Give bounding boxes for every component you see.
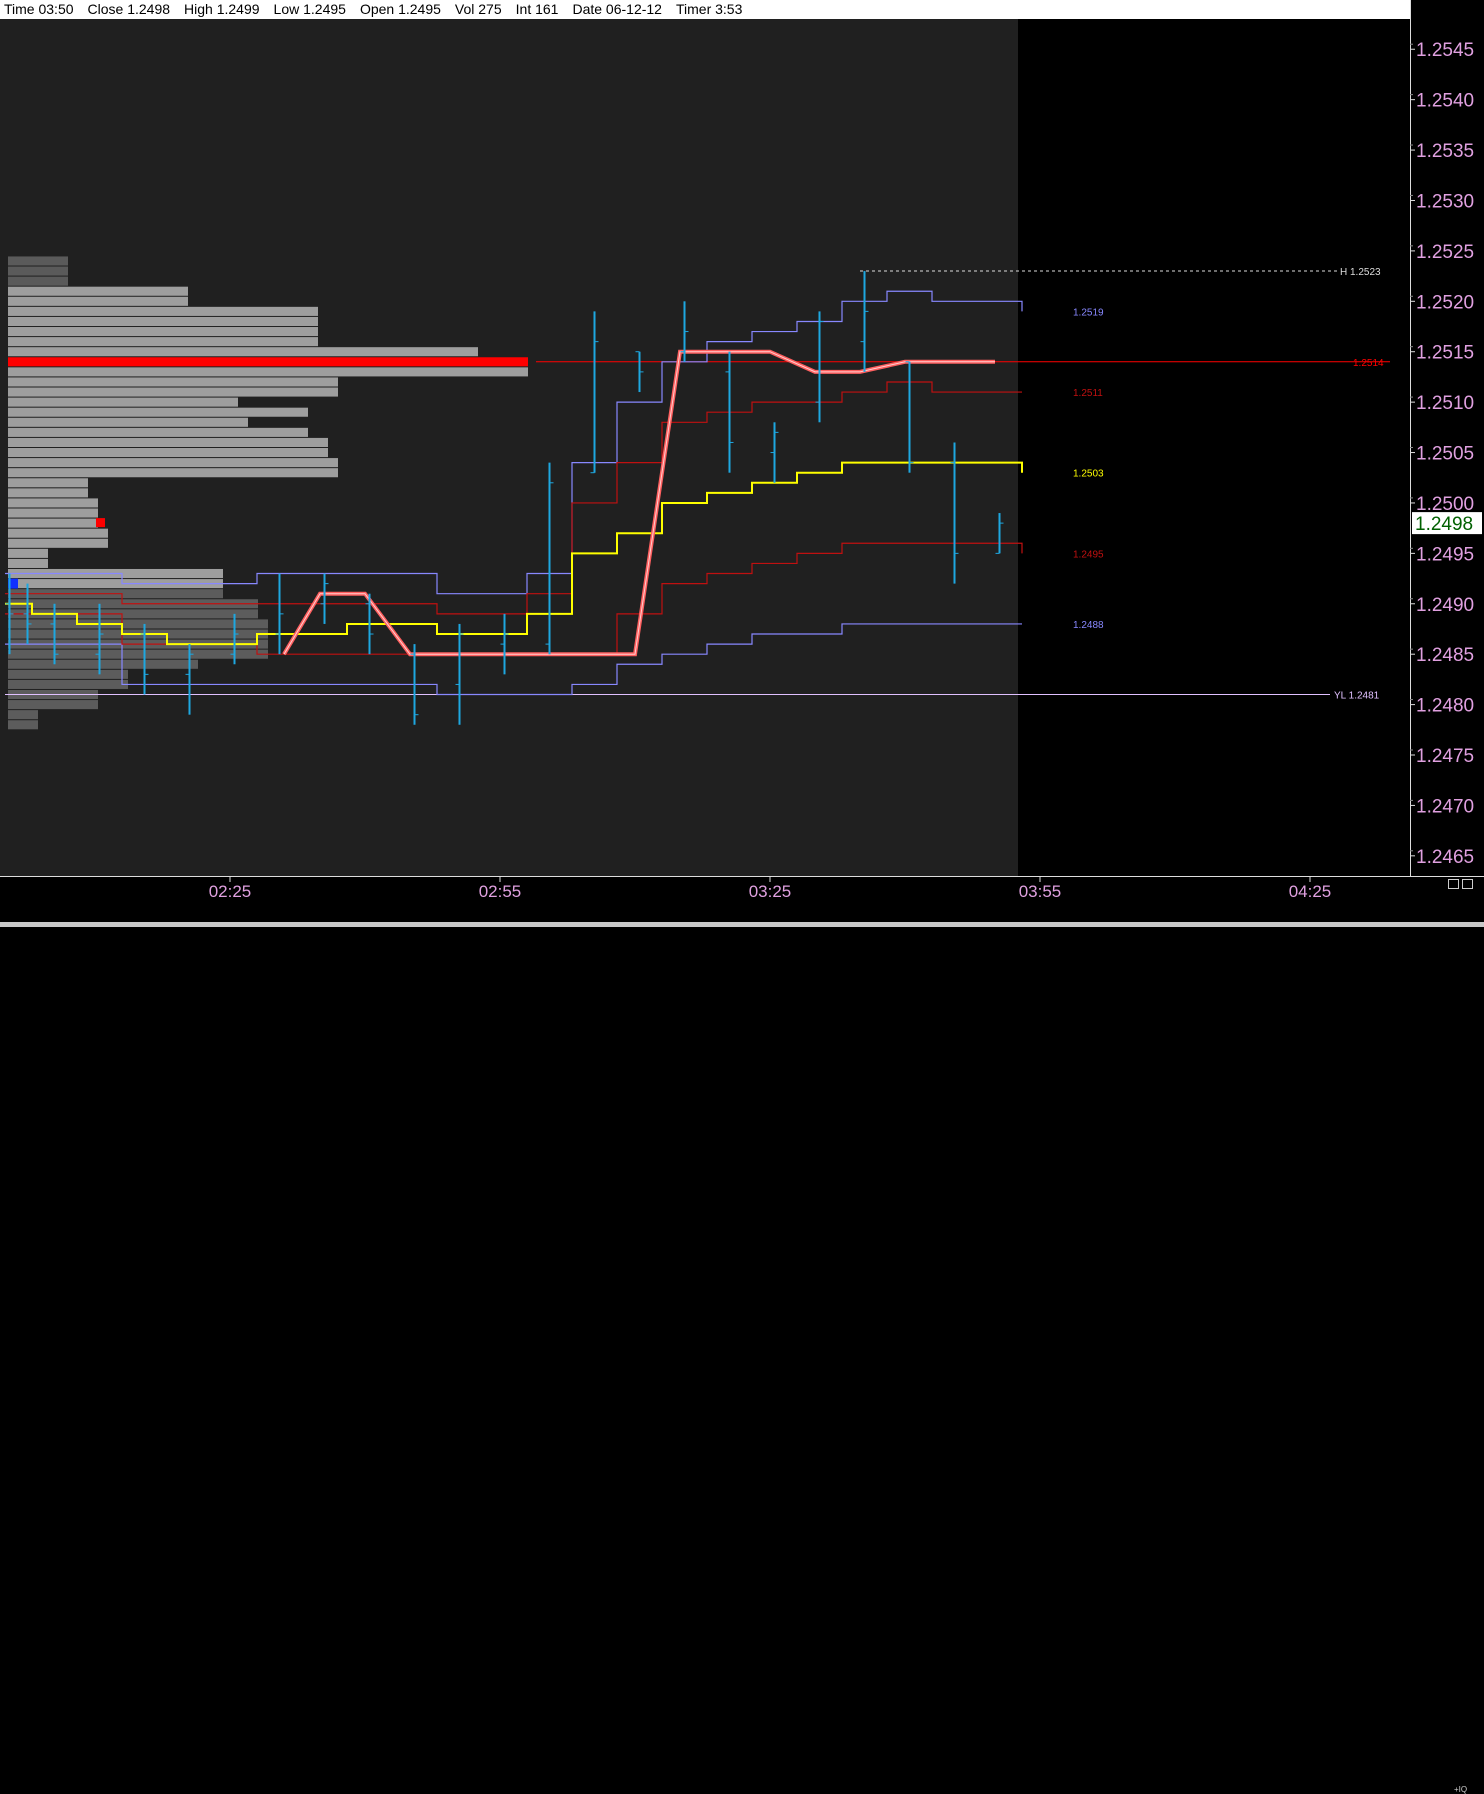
profile-row: [8, 427, 308, 437]
price-tick-label: 1.2465: [1416, 847, 1474, 868]
info-bar: Time 03:50 Close 1.2498 High 1.2499 Low 1.2…: [0, 0, 1410, 19]
zoom-out-button[interactable]: [1448, 879, 1459, 889]
price-tick-label: 1.2510: [1416, 393, 1474, 414]
time-tick-label: 04:25: [1289, 882, 1332, 901]
info-int: Int 161: [515, 1, 559, 17]
profile-row-dark: [8, 669, 128, 679]
info-open: Open 1.2495: [359, 1, 441, 17]
profile-row-dark: [8, 649, 268, 659]
profile-row: [8, 256, 68, 266]
profile-row-dark: [8, 679, 128, 689]
profile-row: [8, 276, 68, 286]
price-tick-label: 1.2545: [1416, 40, 1474, 61]
series-label-band_lower1: 1.2495: [1073, 549, 1104, 560]
profile-row-dark: [8, 619, 268, 629]
profile-row: [8, 437, 328, 447]
series-label-band_upper2: 1.2519: [1073, 307, 1104, 318]
info-timer: Timer 3:53: [675, 1, 743, 17]
profile-row: [8, 528, 108, 538]
time-tick-label: 02:55: [479, 882, 522, 901]
level-label-yesterday-low: YL 1.2481: [1334, 691, 1380, 702]
price-tick-label: 1.2480: [1416, 696, 1474, 717]
profile-row: [8, 558, 48, 568]
profile-row-dark: [8, 710, 38, 720]
profile-row: [8, 316, 318, 327]
profile-row: [8, 327, 318, 337]
series-label-band_upper1: 1.2511: [1073, 388, 1103, 399]
time-axis-svg: 02:25 02:55 03:25 03:55 04:25: [209, 877, 1332, 901]
level-label-poc: 1.2514: [1353, 358, 1384, 369]
price-tick-label: 1.2470: [1416, 796, 1474, 817]
price-tick-label: 1.2535: [1416, 141, 1474, 162]
profile-row: [8, 296, 188, 306]
profile-row: [8, 266, 68, 276]
profile-row: [8, 407, 308, 417]
profile-row: [8, 306, 318, 316]
price-tick-label: 1.2485: [1416, 645, 1474, 666]
profile-row: [8, 387, 338, 397]
profile-row: [8, 518, 98, 528]
time-tick-label: 02:25: [209, 882, 252, 901]
info-date: Date 06-12-12: [572, 1, 662, 17]
profile-row-dark: [8, 700, 98, 710]
last-price-label: 1.2498: [1415, 514, 1473, 535]
profile-marker-red: [96, 518, 105, 528]
profile-row: [8, 468, 338, 478]
profile-row-dark: [8, 659, 198, 669]
profile-row: [8, 417, 248, 427]
pivot-line-inner: [283, 351, 995, 655]
price-tick-label: 1.2490: [1416, 595, 1474, 616]
profile-row: [8, 448, 328, 458]
price-tick-label: 1.2520: [1416, 292, 1474, 313]
price-tick-label: 1.2530: [1416, 191, 1474, 212]
volume-profile: [8, 256, 528, 730]
time-tick-label: 03:25: [749, 882, 792, 901]
profile-row: [8, 548, 48, 558]
price-axis[interactable]: 1.2465 1.2470 1.2475 1.2480 1.2485 1.2490 1.24…: [1410, 0, 1484, 876]
price-tick-label: 1.2495: [1416, 544, 1474, 565]
profile-row: [8, 538, 108, 548]
info-vol: Vol 275: [454, 1, 502, 17]
profile-row: [8, 478, 88, 488]
info-high: High 1.2499: [184, 1, 260, 17]
poc-row: [8, 357, 528, 367]
profile-row: [8, 498, 98, 508]
price-tick-label: 1.2475: [1416, 746, 1474, 767]
chart-plot-area[interactable]: H 1.2523 1.2514 YL 1.2481 1.2519 1.2488 1.251…: [0, 19, 1410, 876]
price-axis-svg: 1.2465 1.2470 1.2475 1.2480 1.2485 1.2490 1.24…: [1410, 40, 1482, 868]
level-labels: H 1.2523 1.2514 YL 1.2481 1.2519 1.2488 1.251…: [1073, 267, 1384, 701]
corner-label: +IQ: [1454, 1785, 1468, 1794]
profile-row: [8, 488, 88, 498]
profile-row: [8, 397, 238, 407]
profile-row: [8, 508, 98, 518]
info-close: Close 1.2498: [87, 1, 171, 17]
price-tick-label: 1.2505: [1416, 444, 1474, 465]
profile-row: [8, 367, 528, 377]
info-time: Time 03:50: [4, 1, 74, 17]
zoom-in-button[interactable]: [1462, 879, 1473, 889]
price-tick-label: 1.2525: [1416, 242, 1474, 263]
profile-row: [8, 347, 478, 357]
pivot-line-outer: [282, 349, 995, 657]
profile-row: [8, 458, 338, 468]
time-tick-label: 03:55: [1019, 882, 1062, 901]
pivot-line: [282, 349, 995, 657]
profile-row: [8, 377, 338, 387]
series-label-vwap: 1.2503: [1073, 469, 1104, 480]
price-tick-label: 1.2515: [1416, 343, 1474, 364]
price-tick-label: 1.2540: [1416, 91, 1474, 112]
level-label-high: H 1.2523: [1340, 267, 1381, 278]
chart-svg: H 1.2523 1.2514 YL 1.2481 1.2519 1.2488 1.251…: [5, 256, 1390, 730]
profile-row: [8, 337, 318, 347]
status-footer: [0, 922, 1484, 927]
time-axis[interactable]: 02:25 02:55 03:25 03:55 04:25 +IQ: [0, 876, 1484, 1794]
price-tick-label: 1.2500: [1416, 494, 1474, 515]
series-label-band_lower2: 1.2488: [1073, 620, 1104, 631]
info-low: Low 1.2495: [273, 1, 346, 17]
profile-row-dark: [8, 720, 38, 730]
profile-row: [8, 286, 188, 296]
